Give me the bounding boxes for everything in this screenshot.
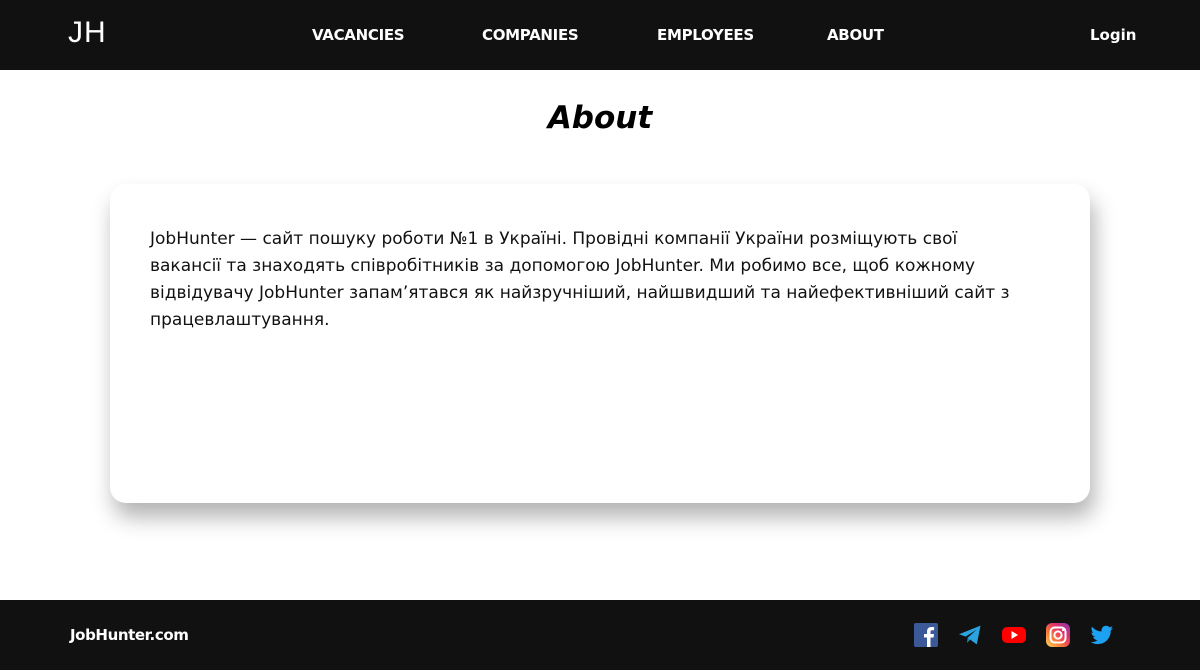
about-card: JobHunter — сайт пошуку роботи №1 в Укра… xyxy=(110,184,1090,503)
footer-brand-link[interactable]: JobHunter.com xyxy=(70,626,189,644)
page-title: About xyxy=(547,100,653,136)
about-description: JobHunter — сайт пошуку роботи №1 в Укра… xyxy=(150,229,1010,330)
twitter-icon[interactable] xyxy=(1089,622,1115,648)
facebook-icon[interactable] xyxy=(913,622,939,648)
site-footer: JobHunter.com xyxy=(0,600,1200,670)
telegram-icon[interactable] xyxy=(957,622,983,648)
site-logo[interactable]: JH xyxy=(68,16,107,50)
youtube-icon[interactable] xyxy=(1001,622,1027,648)
nav-companies[interactable]: COMPANIES xyxy=(482,26,579,44)
nav-about[interactable]: ABOUT xyxy=(827,26,884,44)
instagram-icon[interactable] xyxy=(1045,622,1071,648)
nav-vacancies[interactable]: VACANCIES xyxy=(312,26,405,44)
nav-employees[interactable]: EMPLOYEES xyxy=(657,26,754,44)
login-link[interactable]: Login xyxy=(1090,26,1136,44)
site-header: JH VACANCIES COMPANIES EMPLOYEES ABOUT L… xyxy=(0,0,1200,70)
